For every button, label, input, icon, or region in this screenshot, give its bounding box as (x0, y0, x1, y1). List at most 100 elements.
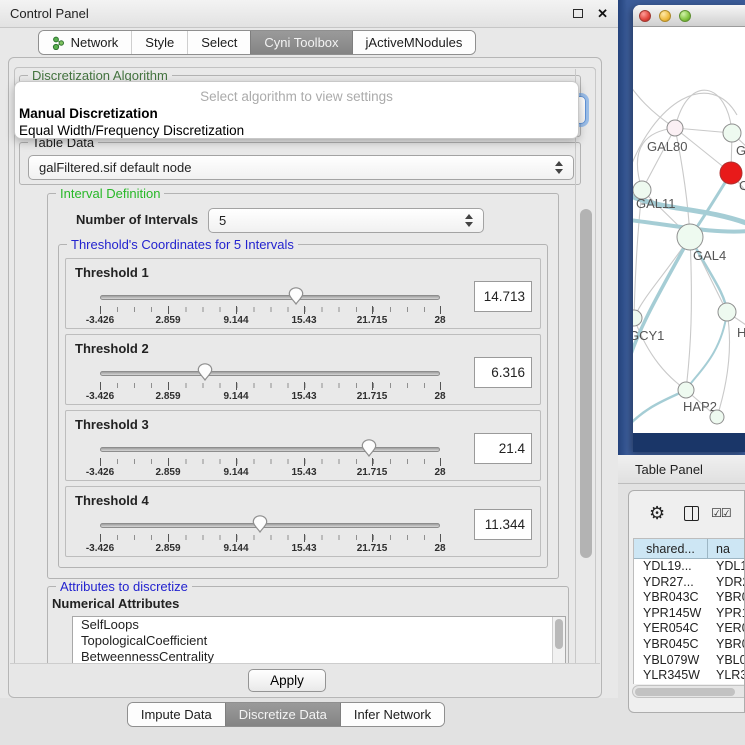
threshold-label: Threshold 2 (75, 341, 149, 356)
table-row[interactable]: YBR045CYBR0 (634, 637, 745, 653)
popup-option-equal-width[interactable]: Equal Width/Frequency Discretization (19, 123, 244, 138)
network-node[interactable] (677, 224, 703, 250)
tick-label: 15.43 (291, 391, 316, 402)
table-horizontal-scrollbar[interactable] (632, 685, 745, 698)
threshold-row: Threshold 4-3.4262.8599.14415.4321.71528… (65, 486, 541, 557)
tick-label: 2.859 (155, 315, 180, 326)
threshold-row: Threshold 3-3.4262.8599.14415.4321.71528… (65, 410, 541, 481)
select-columns-icon[interactable]: ☑☑ (711, 506, 731, 520)
network-node-label: GAL11 (636, 196, 676, 211)
threshold-slider[interactable]: -3.4262.8599.14415.4321.71528 (100, 512, 440, 556)
threshold-value-field[interactable]: 6.316 (474, 357, 532, 388)
table-panel-titlebar: Table Panel (618, 455, 745, 484)
network-node[interactable] (678, 382, 694, 398)
zoom-traffic-light-icon[interactable] (679, 10, 691, 22)
network-icon (52, 36, 65, 50)
network-node-label: C (739, 178, 745, 193)
table-row[interactable]: YDR27...YDR2 (634, 575, 745, 591)
slider-thumb-icon[interactable] (361, 439, 376, 457)
table-body: YDL19...YDL1YDR27...YDR2YBR043CYBR0YPR14… (634, 559, 745, 684)
close-traffic-light-icon[interactable] (639, 10, 651, 22)
tick-label: 21.715 (357, 315, 388, 326)
table-data-combobox[interactable]: galFiltered.sif default node (28, 155, 574, 180)
network-node[interactable] (633, 310, 642, 326)
tick-label: -3.426 (86, 467, 114, 478)
apply-button[interactable]: Apply (248, 669, 326, 692)
table-row[interactable]: YBR043CYBR0 (634, 590, 745, 606)
threshold-value-field[interactable]: 11.344 (474, 509, 532, 540)
number-of-intervals-combobox[interactable]: 5 (208, 208, 484, 233)
threshold-slider[interactable]: -3.4262.8599.14415.4321.71528 (100, 436, 440, 480)
tab-impute-data[interactable]: Impute Data (128, 703, 225, 726)
tab-infer-network[interactable]: Infer Network (340, 703, 444, 726)
threshold-slider[interactable]: -3.4262.8599.14415.4321.71528 (100, 360, 440, 404)
table-row[interactable]: YBL079WYBL0 (634, 653, 745, 669)
column-layout-icon[interactable] (684, 506, 699, 521)
number-of-intervals-label: Number of Intervals (76, 212, 198, 227)
threshold-value-field[interactable]: 14.713 (474, 281, 532, 312)
tab-discretize-data[interactable]: Discretize Data (225, 703, 340, 726)
minimize-traffic-light-icon[interactable] (659, 10, 671, 22)
column-header-name[interactable]: na (708, 539, 745, 559)
table-row[interactable]: YDL19...YDL1 (634, 559, 745, 575)
control-panel: Control Panel ✕ Netw (0, 0, 618, 745)
table-toolbar: ⚙ ☑☑ (629, 491, 744, 535)
network-node[interactable] (667, 120, 683, 136)
tab-cyni-toolbox[interactable]: Cyni Toolbox (250, 31, 351, 54)
network-window-titlebar[interactable] (633, 5, 745, 27)
popup-option-manual[interactable]: Manual Discretization (19, 106, 158, 121)
network-nodes: GAL80GACGAL11GAL4GCY1HHAP2 (633, 120, 745, 424)
float-window-icon[interactable] (573, 9, 583, 18)
tab-network[interactable]: Network (39, 31, 132, 54)
control-panel-titlebar: Control Panel ✕ (0, 0, 618, 28)
threshold-row: Threshold 2-3.4262.8599.14415.4321.71528… (65, 334, 541, 405)
node-table[interactable]: shared... na YDL19...YDL1YDR27...YDR2YBR… (633, 538, 745, 684)
threshold-slider[interactable]: -3.4262.8599.14415.4321.71528 (100, 284, 440, 328)
slider-thumb-icon[interactable] (198, 363, 213, 381)
tick-label: 28 (434, 315, 445, 326)
numerical-attributes-list[interactable]: SelfLoopsTopologicalCoefficientBetweenne… (72, 616, 566, 668)
threshold-label: Threshold 1 (75, 265, 149, 280)
tick-label: -3.426 (86, 391, 114, 402)
panel-title: Control Panel (10, 6, 89, 21)
tick-label: 2.859 (155, 543, 180, 554)
interval-definition-group: Interval Definition Number of Intervals … (47, 193, 559, 579)
column-header-shared-name[interactable]: shared... (634, 539, 708, 559)
table-row[interactable]: YPR145WYPR1 (634, 606, 745, 622)
slider-thumb-icon[interactable] (252, 515, 267, 533)
table-row[interactable]: YER054CYER0 (634, 621, 745, 637)
list-item[interactable]: TopologicalCoefficient (73, 633, 565, 649)
tab-select[interactable]: Select (187, 31, 250, 54)
network-node[interactable] (710, 410, 724, 424)
table-row[interactable]: YLR345WYLR3 (634, 668, 745, 684)
table-panel-title: Table Panel (635, 462, 703, 477)
list-item[interactable]: SelfLoops (73, 617, 565, 633)
tick-label: 15.43 (291, 543, 316, 554)
tick-label: 28 (434, 467, 445, 478)
list-vertical-scrollbar[interactable] (552, 617, 565, 667)
panel-footer: Apply (10, 663, 600, 696)
tick-label: 21.715 (357, 543, 388, 554)
tick-label: 9.144 (223, 467, 248, 478)
threshold-value-field[interactable]: 21.4 (474, 433, 532, 464)
network-node[interactable] (723, 124, 741, 142)
bottom-tab-strip: Impute Data Discretize Data Infer Networ… (0, 702, 618, 727)
panel-vertical-scrollbar[interactable] (575, 69, 596, 687)
popup-placeholder: Select algorithm to view settings (15, 89, 578, 104)
group-title: Interval Definition (56, 186, 164, 201)
network-canvas[interactable]: GAL80GACGAL11GAL4GCY1HHAP2 (633, 27, 745, 433)
network-node-label: GAL80 (647, 139, 687, 154)
threshold-label: Threshold 4 (75, 493, 149, 508)
tick-label: 15.43 (291, 315, 316, 326)
tick-label: 21.715 (357, 391, 388, 402)
gear-icon[interactable]: ⚙ (649, 504, 665, 522)
tick-label: 2.859 (155, 391, 180, 402)
network-view-window: GAL80GACGAL11GAL4GCY1HHAP2 (633, 5, 745, 452)
network-node[interactable] (718, 303, 736, 321)
close-icon[interactable]: ✕ (597, 6, 608, 22)
threshold-rows: Threshold 1-3.4262.8599.14415.4321.71528… (65, 258, 541, 562)
tab-jactivemnodules[interactable]: jActiveMNodules (352, 31, 476, 54)
slider-thumb-icon[interactable] (289, 287, 304, 305)
tab-label: Network (71, 35, 119, 50)
tab-style[interactable]: Style (131, 31, 187, 54)
